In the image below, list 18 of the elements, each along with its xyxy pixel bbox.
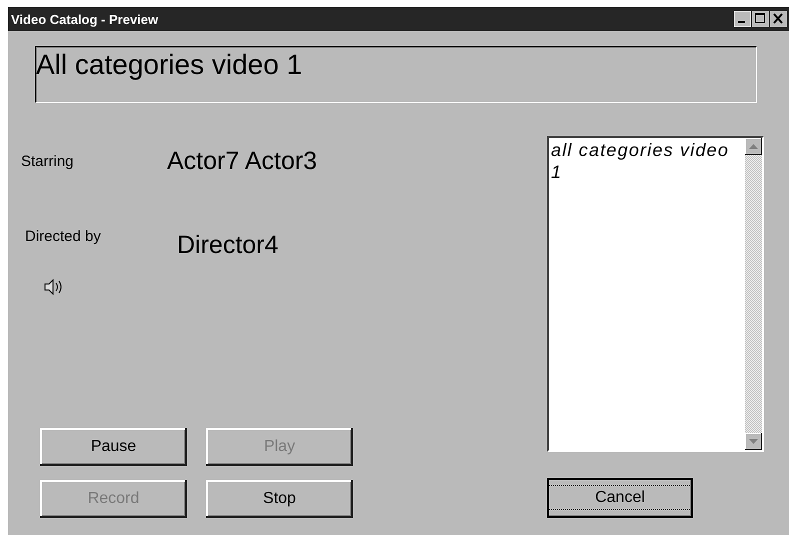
field-value: Actor7 Actor3	[167, 146, 318, 176]
media-button[interactable]: Stop	[206, 480, 353, 518]
up-arrow-icon	[749, 144, 758, 149]
field-label: Directed by	[24, 227, 102, 245]
down-arrow-icon	[749, 439, 758, 444]
list-item[interactable]: all categories video 1	[551, 139, 735, 183]
field-value: Director4	[177, 230, 280, 260]
minimize-icon[interactable]	[734, 11, 751, 27]
scroll-up-button[interactable]	[745, 138, 762, 155]
maximize-icon[interactable]	[752, 11, 769, 27]
scroll-down-button[interactable]	[745, 433, 762, 450]
title-field[interactable]: All categories video 1	[35, 46, 757, 103]
close-icon[interactable]	[770, 11, 787, 27]
media-button[interactable]: Pause	[40, 428, 187, 466]
field-label: Starring	[20, 152, 75, 170]
video-list[interactable]: all categories video 1	[547, 136, 764, 452]
window-title: Video Catalog - Preview	[11, 12, 158, 26]
cancel-button[interactable]: Cancel	[547, 478, 693, 518]
